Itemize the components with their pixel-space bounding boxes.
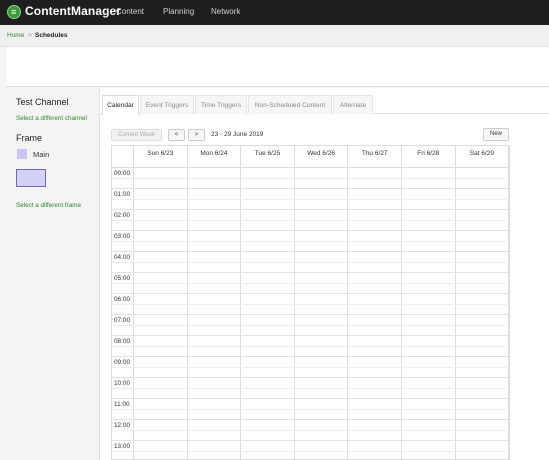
hour-line	[112, 251, 509, 252]
frame-color-swatch	[17, 149, 27, 159]
breadcrumb-separator: >	[28, 32, 32, 39]
day-header: Thu 6/27	[347, 146, 401, 167]
hour-line	[112, 377, 509, 378]
half-hour-line	[112, 429, 509, 431]
frame-name: Main	[33, 150, 50, 159]
time-slot-label: 00:00	[114, 170, 130, 177]
date-range-label: 23 - 29 June 2019	[211, 131, 264, 138]
frame-heading: Frame	[16, 133, 43, 143]
hour-line	[112, 230, 509, 231]
schedule-sidebar: Test Channel Select a different channel …	[6, 88, 99, 460]
day-header: Tue 6/25	[240, 146, 294, 167]
calendar-week-grid[interactable]: Sun 6/23 Mon 6/24 Tue 6/25 Wed 6/26 Thu 6/27…	[111, 145, 510, 460]
nav-item-planning[interactable]: Planning	[163, 7, 194, 16]
half-hour-line	[112, 450, 509, 452]
day-header: Sun 6/23	[133, 146, 187, 167]
day-header: Sat 6/29	[454, 146, 509, 167]
current-week-button[interactable]: Current Week	[111, 129, 162, 141]
tab-event-triggers[interactable]: Event Triggers	[140, 95, 194, 114]
time-slot-label: 07:00	[114, 317, 130, 324]
time-slot-label: 11:00	[114, 401, 130, 408]
app-logo-icon[interactable]: ≡	[7, 5, 21, 19]
hour-line	[112, 209, 509, 210]
time-slot-label: 02:00	[114, 212, 130, 219]
select-channel-link[interactable]: Select a different channel	[16, 115, 87, 122]
breadcrumb-current: Schedules	[35, 32, 68, 39]
day-header: Wed 6/26	[293, 146, 348, 167]
tab-non-scheduled-content[interactable]: Non-Scheduled Content	[248, 95, 332, 114]
half-hour-line	[112, 324, 509, 326]
next-week-button[interactable]: >	[188, 129, 205, 141]
time-slot-label: 09:00	[114, 359, 130, 366]
half-hour-line	[112, 177, 509, 179]
time-slot-label: 05:00	[114, 275, 130, 282]
time-slot-label: 10:00	[114, 380, 130, 387]
nav-item-content[interactable]: Content	[116, 7, 144, 16]
day-header: Fri 6/28	[401, 146, 455, 167]
select-frame-link[interactable]: Select a different frame	[16, 202, 81, 209]
time-slot-label: 06:00	[114, 296, 130, 303]
time-slot-label: 01:00	[114, 191, 130, 198]
tab-time-triggers[interactable]: Time Triggers	[195, 95, 247, 114]
header-divider	[112, 167, 509, 168]
hour-line	[112, 272, 509, 273]
schedule-tabs: Calendar Event Triggers Time Triggers No…	[100, 95, 549, 115]
frame-layout-preview[interactable]	[16, 169, 46, 187]
time-slot-label: 12:00	[114, 422, 130, 429]
half-hour-line	[112, 261, 509, 263]
tab-calendar[interactable]: Calendar	[102, 95, 139, 115]
channel-title: Test Channel	[16, 97, 69, 107]
time-slot-label: 08:00	[114, 338, 130, 345]
hour-line	[112, 335, 509, 336]
hour-line	[112, 293, 509, 294]
hour-line	[112, 398, 509, 399]
day-header: Mon 6/24	[186, 146, 241, 167]
half-hour-line	[112, 303, 509, 305]
schedule-main-panel: Calendar Event Triggers Time Triggers No…	[99, 88, 549, 460]
hour-line	[112, 440, 509, 441]
breadcrumb: Home > Schedules	[0, 25, 549, 47]
nav-item-network[interactable]: Network	[211, 7, 240, 16]
half-hour-line	[112, 345, 509, 347]
hour-line	[112, 314, 509, 315]
half-hour-line	[112, 240, 509, 242]
half-hour-line	[112, 387, 509, 389]
hour-line	[112, 419, 509, 420]
breadcrumb-home-link[interactable]: Home	[7, 32, 24, 39]
time-slot-label: 13:00	[114, 443, 130, 450]
previous-week-button[interactable]: <	[168, 129, 185, 141]
top-navigation-bar: ≡ ContentManager Content Planning Networ…	[0, 0, 549, 25]
half-hour-line	[112, 219, 509, 221]
hour-line	[112, 356, 509, 357]
time-slot-label: 03:00	[114, 233, 130, 240]
tab-alternate[interactable]: Alternate	[333, 95, 373, 114]
new-event-button[interactable]: New	[483, 128, 509, 141]
header-panel	[6, 47, 549, 87]
time-slot-label: 04:00	[114, 254, 130, 261]
half-hour-line	[112, 198, 509, 200]
app-brand-title[interactable]: ContentManager	[25, 4, 121, 18]
half-hour-line	[112, 408, 509, 410]
half-hour-line	[112, 282, 509, 284]
hour-line	[112, 188, 509, 189]
half-hour-line	[112, 366, 509, 368]
